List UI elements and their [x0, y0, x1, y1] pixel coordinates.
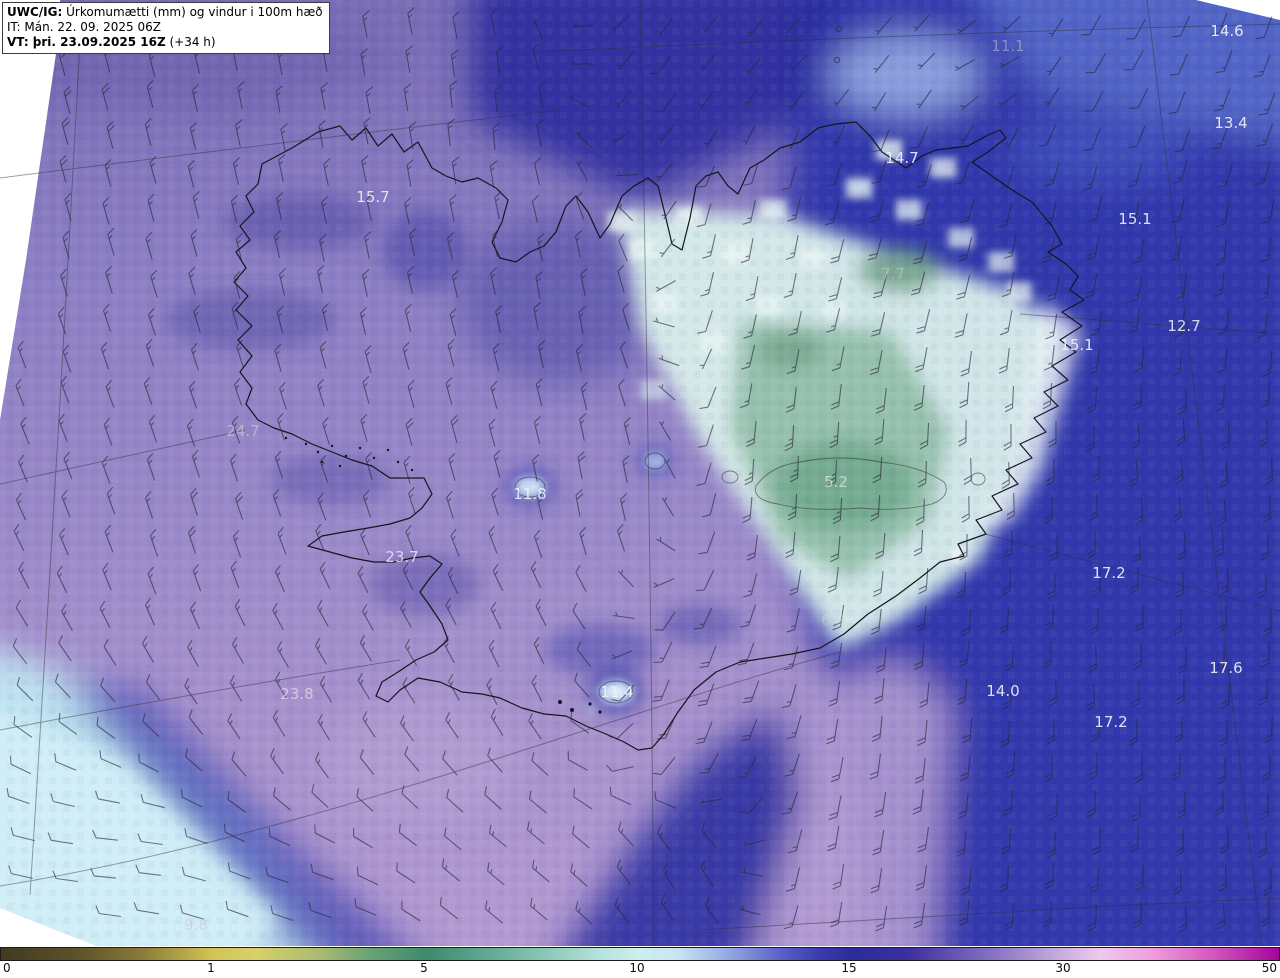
colorbar-tick-label: 30 [1055, 961, 1071, 975]
weather-map-app: 14.6 11.1 13.4 14.7 15.7 15.1 7.7 12.7 15.1 24.7 5… [0, 0, 1280, 978]
colorbar-tick-label: 10 [629, 961, 645, 975]
map-value-label: 14.6 [1210, 22, 1243, 40]
valid-time-offset: (+34 h) [165, 35, 216, 49]
map-value-label: 5.2 [824, 473, 848, 491]
map-value-label: 6.9 [821, 611, 845, 629]
colorbar-tick-label: 0 [3, 961, 11, 975]
map-value-label: 14.0 [986, 682, 1019, 700]
map-value-label: 11.8 [513, 485, 546, 503]
map-value-label: 15.1 [1118, 210, 1151, 228]
colorbar-gradient [0, 947, 1280, 961]
map-value-label: 14.7 [885, 149, 918, 167]
pixel-texture-overlay [0, 0, 1280, 946]
map-value-label: 24.7 [226, 422, 259, 440]
title-line-init-time: IT: Mán. 22. 09. 2025 06Z [7, 20, 161, 34]
map-value-label: 15.1 [1060, 336, 1093, 354]
map-value-label: 17.6 [1209, 659, 1242, 677]
map-value-label: 15.7 [356, 188, 389, 206]
precipitation-wind-map: 14.6 11.1 13.4 14.7 15.7 15.1 7.7 12.7 15.1 24.7 5… [0, 0, 1280, 946]
map-value-label: 12.7 [1167, 317, 1200, 335]
map-value-label: 13.4 [1214, 114, 1247, 132]
product-id: UWC/IG: [7, 5, 63, 19]
map-value-label: 23.7 [385, 548, 418, 566]
title-line-product: UWC/IG: Úrkomumætti (mm) og vindur i 100… [7, 5, 323, 20]
colorbar-tick-label: 15 [841, 961, 857, 975]
map-value-label: 23.8 [280, 685, 313, 703]
map-value-label: 17.2 [1092, 564, 1125, 582]
title-box: UWC/IG: Úrkomumætti (mm) og vindur i 100… [2, 2, 330, 54]
colorbar-tick-label: 50 [1261, 961, 1277, 975]
valid-time-bold: VT: þri. 23.09.2025 16Z [7, 35, 166, 49]
map-canvas: 14.6 11.1 13.4 14.7 15.7 15.1 7.7 12.7 15.1 24.7 5… [0, 0, 1280, 946]
colorbar-tick-label: 5 [420, 961, 428, 975]
map-value-label: 17.2 [1094, 713, 1127, 731]
map-value-label: 9.8 [184, 916, 208, 934]
colorbar-tick-label: 1 [207, 961, 215, 975]
map-value-label: 11.1 [991, 37, 1024, 55]
colorbar: 0 1 5 10 15 30 50 [0, 946, 1280, 978]
map-value-label: 11.4 [600, 683, 633, 701]
title-line-valid-time: VT: þri. 23.09.2025 16Z (+34 h) [7, 35, 323, 50]
map-value-label: 7.7 [881, 265, 905, 283]
product-description: Úrkomumætti (mm) og vindur i 100m hæð [62, 5, 323, 19]
